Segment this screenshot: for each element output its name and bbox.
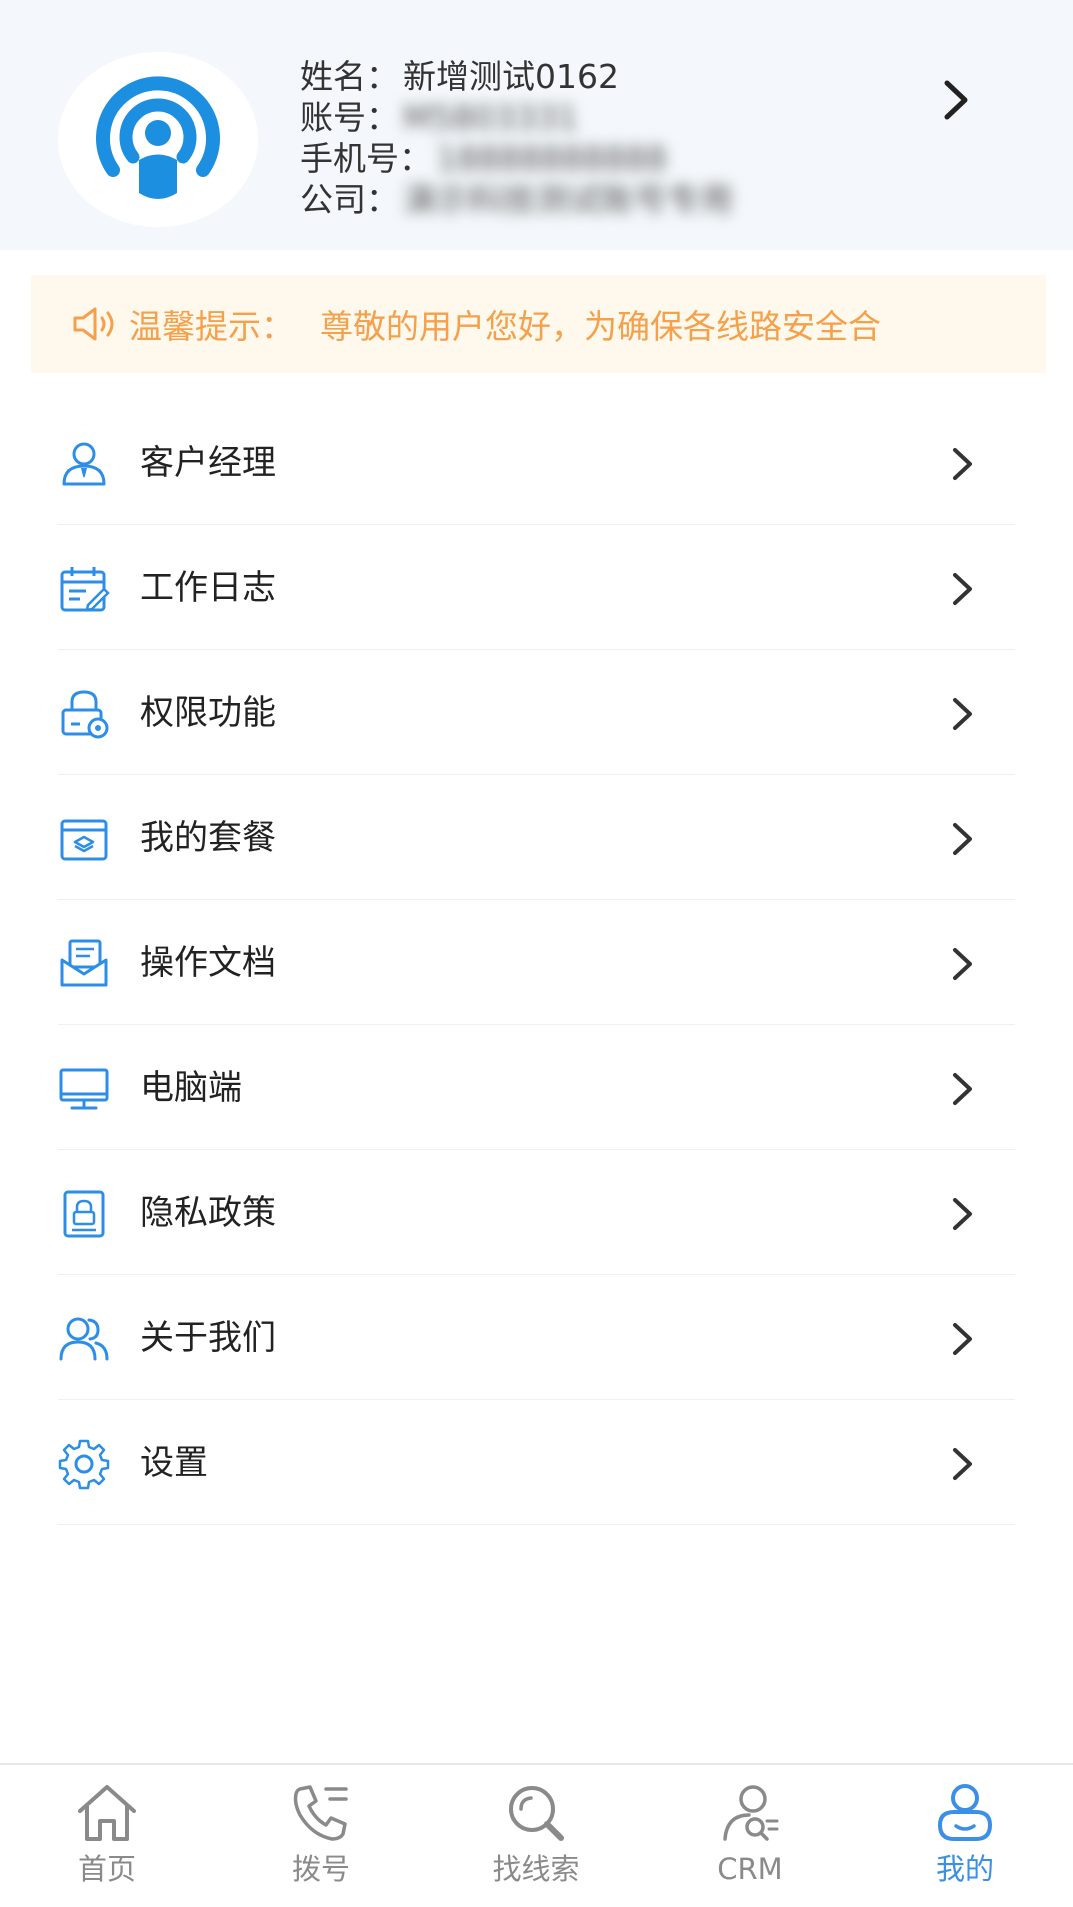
notice-message: 尊敬的用户您好，为确保各线路安全合	[320, 307, 881, 346]
gear-icon	[58, 1439, 110, 1490]
menu-item-label: 操作文档	[140, 943, 276, 983]
notice-marquee: 温馨提示： 尊敬的用户您好，为确保各线路安全合	[129, 300, 881, 348]
notice-title: 温馨提示：	[129, 307, 294, 346]
menu-item-label: 客户经理	[140, 443, 276, 483]
search-icon	[509, 1786, 564, 1841]
menu-list: 客户经理 工作日志 权限功能 我的套餐 操作文档 电脑端 隐私政策 关于我们 设…	[0, 400, 1073, 1525]
users-icon	[59, 1317, 109, 1361]
menu-item-desktop[interactable]: 电脑端	[0, 1025, 1073, 1150]
chevron-right-icon	[953, 1198, 972, 1230]
calendar-edit-icon	[60, 567, 110, 612]
phone-value: 18888888888	[436, 139, 667, 178]
account-value: M5803331	[403, 98, 579, 137]
profile-page: 姓名： 新增测试0162 账号： M5803331 手机号： 18888888888 …	[0, 0, 1073, 1907]
chevron-right-icon	[953, 1448, 972, 1480]
phone-label: 手机号：	[300, 139, 432, 178]
tab-label: CRM	[717, 1852, 783, 1886]
lock-gear-icon	[61, 690, 109, 739]
menu-item-customer-manager[interactable]: 客户经理	[0, 400, 1073, 525]
avatar	[58, 52, 258, 227]
menu-item-label: 工作日志	[140, 568, 276, 608]
menu-item-label: 设置	[140, 1443, 208, 1483]
tab-find-leads[interactable]: 找线索	[466, 1781, 606, 1901]
menu-item-label: 我的套餐	[140, 818, 276, 858]
profile-company-row: 公司： 演示科技测试账号专用	[300, 179, 733, 220]
account-label: 账号：	[300, 98, 399, 137]
chevron-right-icon	[953, 573, 972, 605]
menu-item-label: 关于我们	[140, 1318, 276, 1358]
menu-item-label: 电脑端	[140, 1068, 242, 1108]
chevron-right-icon	[953, 448, 972, 480]
menu-item-privacy[interactable]: 隐私政策	[0, 1150, 1073, 1275]
tab-crm[interactable]: CRM	[680, 1781, 820, 1901]
name-label: 姓名：	[300, 57, 399, 96]
name-value: 新增测试0162	[403, 57, 619, 96]
tab-label: 首页	[77, 1852, 136, 1886]
chevron-right-icon[interactable]	[935, 75, 975, 125]
chevron-right-icon	[953, 698, 972, 730]
chevron-right-icon	[953, 823, 972, 855]
crm-icon	[723, 1785, 779, 1841]
company-value: 演示科技测试账号专用	[403, 180, 733, 219]
speaker-icon	[73, 307, 114, 341]
broadcast-user-icon	[96, 75, 220, 199]
home-icon	[78, 1785, 136, 1841]
profile-account-row: 账号： M5803331	[300, 97, 733, 138]
menu-item-permissions[interactable]: 权限功能	[0, 650, 1073, 775]
manager-icon	[62, 442, 106, 486]
tab-label: 我的	[935, 1852, 994, 1886]
chevron-right-icon	[953, 948, 972, 980]
tab-mine[interactable]: 我的	[895, 1781, 1035, 1901]
menu-item-label: 隐私政策	[140, 1193, 276, 1233]
tab-dial[interactable]: 拨号	[251, 1781, 391, 1901]
monitor-icon	[59, 1068, 109, 1110]
profile-header[interactable]: 姓名： 新增测试0162 账号： M5803331 手机号： 18888888888 …	[0, 0, 1073, 250]
privacy-icon	[63, 1190, 105, 1238]
chevron-right-icon	[953, 1323, 972, 1355]
menu-item-documents[interactable]: 操作文档	[0, 900, 1073, 1025]
company-label: 公司：	[300, 180, 399, 219]
document-icon	[60, 939, 108, 987]
notice-banner[interactable]: 温馨提示： 尊敬的用户您好，为确保各线路安全合	[31, 275, 1046, 373]
menu-item-work-log[interactable]: 工作日志	[0, 525, 1073, 650]
menu-item-my-package[interactable]: 我的套餐	[0, 775, 1073, 900]
profile-phone-row: 手机号： 18888888888	[300, 138, 733, 179]
menu-item-about-us[interactable]: 关于我们	[0, 1275, 1073, 1400]
tab-label: 找线索	[492, 1852, 580, 1886]
tab-home[interactable]: 首页	[37, 1781, 177, 1901]
menu-item-settings[interactable]: 设置	[0, 1400, 1073, 1525]
bottom-tab-bar: 首页 拨号 找线索 CRM 我的	[0, 1763, 1073, 1907]
package-icon	[60, 819, 108, 861]
profile-name-row: 姓名： 新增测试0162	[300, 56, 733, 97]
chevron-right-icon	[953, 1073, 972, 1105]
tab-label: 拨号	[291, 1852, 350, 1886]
profile-icon	[937, 1784, 993, 1841]
phone-icon	[293, 1785, 348, 1841]
menu-item-label: 权限功能	[140, 693, 276, 733]
